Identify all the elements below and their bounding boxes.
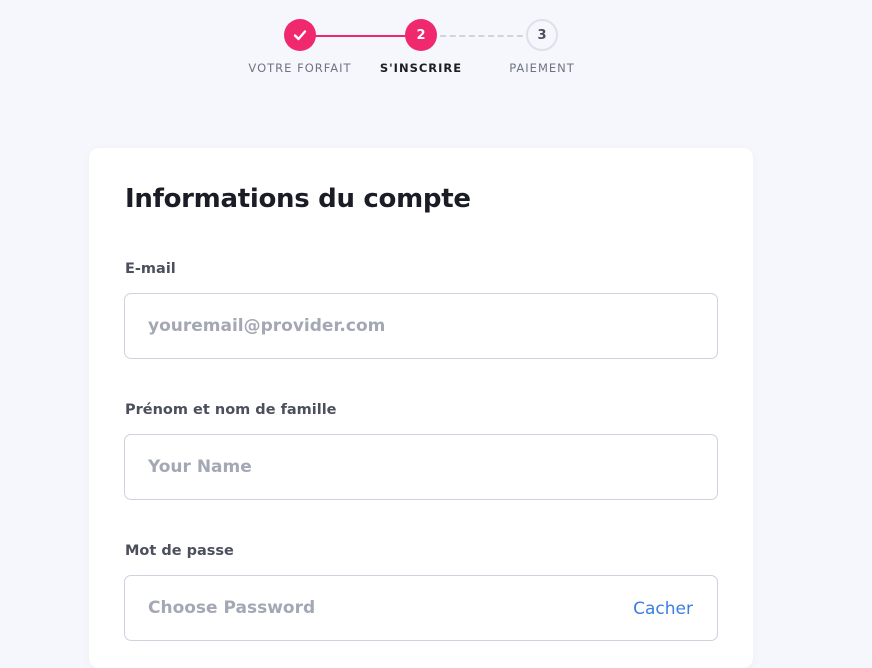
check-icon [293, 30, 307, 41]
password-input[interactable] [125, 576, 717, 640]
full-name-input[interactable] [125, 435, 717, 499]
password-label: Mot de passe [125, 543, 234, 559]
email-input[interactable] [125, 294, 717, 358]
card-title: Informations du compte [125, 184, 471, 214]
step-3-indicator: 3 [526, 19, 558, 51]
step-connector-complete [300, 35, 421, 37]
step-connector-pending [421, 35, 542, 37]
password-field-box: Cacher [124, 575, 718, 641]
step-2-label: S'INSCRIRE [379, 61, 463, 75]
signup-stepper: 2 3 VOTRE FORFAIT S'INSCRIRE PAIEMENT [0, 0, 872, 90]
step-1-indicator [284, 19, 316, 51]
full-name-field-box [124, 434, 718, 500]
email-label: E-mail [125, 261, 176, 277]
email-field-box [124, 293, 718, 359]
step-3-label: PAIEMENT [509, 61, 575, 75]
account-info-card: Informations du compte E-mail Prénom et … [89, 148, 753, 668]
step-1-label: VOTRE FORFAIT [248, 61, 352, 75]
step-2-indicator: 2 [405, 19, 437, 51]
full-name-label: Prénom et nom de famille [125, 402, 337, 418]
hide-password-toggle[interactable]: Cacher [633, 599, 693, 619]
